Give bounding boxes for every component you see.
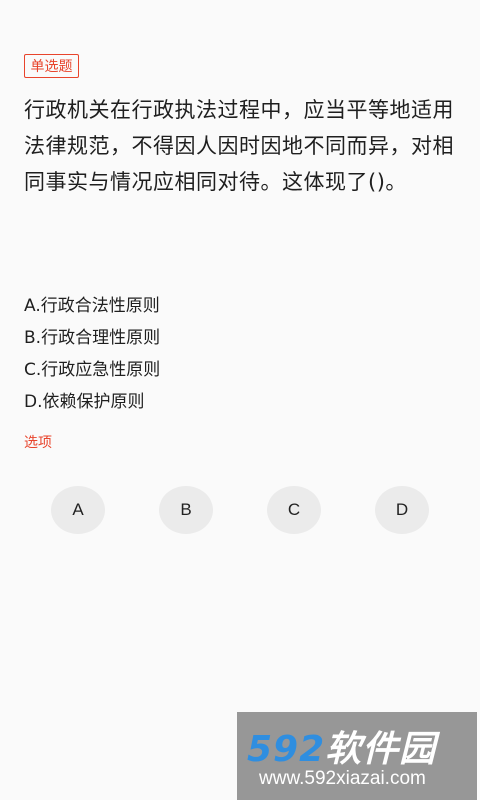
choice-c-button[interactable]: C [267,486,321,534]
option-a-text: A.行政合法性原则 [24,296,160,316]
watermark-url: www.592xiazai.com [259,768,426,789]
watermark-logo: 592软件园 [247,720,436,772]
answer-choices: A B C D [0,486,480,538]
option-d-text: D.依赖保护原则 [24,392,145,412]
option-b-text: B.行政合理性原则 [24,328,161,348]
options-list: A.行政合法性原则 B.行政合理性原则 C.行政应急性原则 D.依赖保护原则 [24,290,454,418]
choice-d-button[interactable]: D [375,486,429,534]
choice-a-button[interactable]: A [51,486,105,534]
site-watermark: 592软件园 www.592xiazai.com [237,712,477,800]
answer-section-label: 选项 [24,435,52,451]
question-text: 行政机关在行政执法过程中，应当平等地适用法律规范，不得因人因时因地不同而异，对相… [24,98,454,194]
choice-b-button[interactable]: B [159,486,213,534]
watermark-number: 592 [247,729,326,770]
option-c-text: C.行政应急性原则 [24,360,161,380]
question-type-tag: 单选题 [24,54,79,78]
watermark-name: 软件园 [325,729,437,770]
